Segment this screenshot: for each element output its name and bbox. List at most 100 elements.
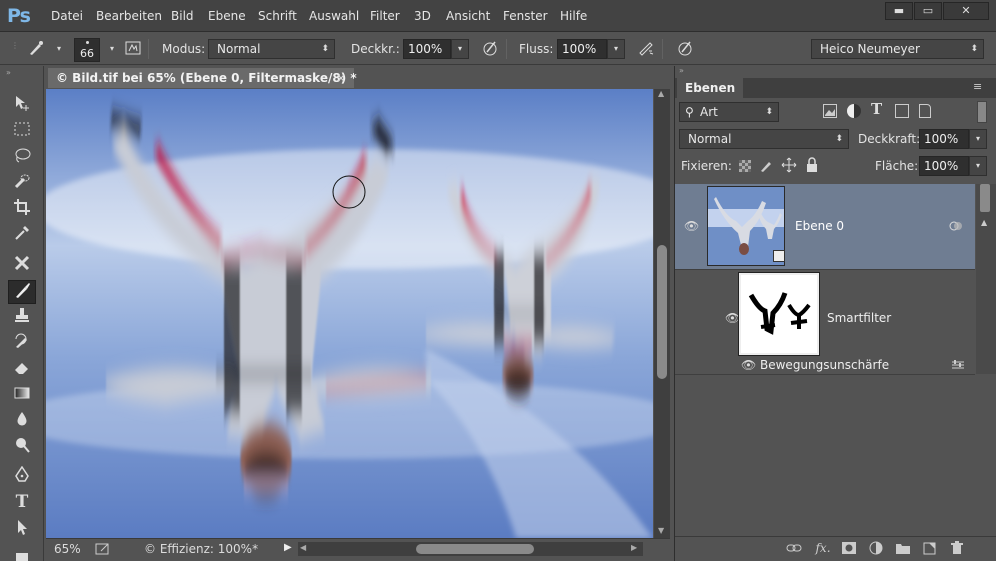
- blend-mode-select[interactable]: Normal ⬍: [679, 129, 849, 149]
- menu-auswahl[interactable]: Auswahl: [309, 9, 359, 23]
- filter-blending-options-icon[interactable]: [951, 359, 965, 371]
- export-icon[interactable]: [95, 542, 111, 556]
- crop-tool-icon[interactable]: [8, 198, 36, 222]
- maximize-button[interactable]: ▭: [914, 2, 942, 20]
- add-mask-icon[interactable]: [840, 541, 858, 557]
- filter-toggle[interactable]: [977, 101, 987, 123]
- menu-bearbeiten[interactable]: Bearbeiten: [96, 9, 162, 23]
- document-tab[interactable]: © Bild.tif bei 65% (Ebene 0, Filtermaske…: [48, 68, 357, 88]
- lock-position-icon[interactable]: [781, 157, 797, 173]
- history-brush-tool-icon[interactable]: [8, 332, 36, 356]
- lock-all-icon[interactable]: [805, 157, 819, 173]
- panel-menu-icon[interactable]: ≡: [973, 80, 982, 93]
- filter-adjustment-icon[interactable]: [847, 104, 861, 118]
- quick-selection-tool-icon[interactable]: [8, 172, 36, 196]
- opacity-dropdown-icon[interactable]: ▾: [451, 39, 469, 59]
- collapse-toolbox-icon[interactable]: »: [6, 68, 11, 77]
- scroll-up-icon[interactable]: ▲: [981, 218, 987, 227]
- menu-schrift[interactable]: Schrift: [258, 9, 297, 23]
- filter-type-icon[interactable]: T: [871, 100, 882, 118]
- new-layer-icon[interactable]: [921, 541, 939, 557]
- link-layers-icon[interactable]: [785, 541, 803, 557]
- menu-bild[interactable]: Bild: [171, 9, 194, 23]
- shape-tool-icon[interactable]: [8, 544, 36, 561]
- menu-3d[interactable]: 3D: [414, 9, 431, 23]
- scroll-down-icon[interactable]: ▼: [658, 526, 664, 535]
- layer-opacity-dropdown-icon[interactable]: ▾: [969, 129, 987, 149]
- move-tool-icon[interactable]: [8, 94, 36, 118]
- visibility-eye-icon[interactable]: 👁: [684, 219, 699, 233]
- scroll-right-icon[interactable]: ▶: [631, 543, 637, 552]
- opacity-field[interactable]: 100%: [403, 39, 451, 59]
- fill-field[interactable]: 100%: [919, 156, 969, 176]
- scroll-left-icon[interactable]: ◀: [300, 543, 306, 552]
- layer-name[interactable]: Ebene 0: [795, 219, 844, 233]
- menu-datei[interactable]: Datei: [51, 9, 83, 23]
- type-tool-icon[interactable]: T: [8, 492, 36, 516]
- menu-fenster[interactable]: Fenster: [503, 9, 548, 23]
- tab-layers[interactable]: Ebenen: [677, 78, 744, 98]
- eyedropper-tool-icon[interactable]: [8, 224, 36, 248]
- menu-filter[interactable]: Filter: [370, 9, 400, 23]
- brush-preset-dropdown-icon[interactable]: ▾: [49, 39, 69, 59]
- status-menu-icon[interactable]: ▶: [284, 542, 292, 553]
- marquee-tool-icon[interactable]: [8, 120, 36, 144]
- blur-tool-icon[interactable]: [8, 410, 36, 434]
- layers-scrollbar[interactable]: ▲: [976, 184, 996, 374]
- close-tab-icon[interactable]: ×: [336, 68, 346, 88]
- stamp-tool-icon[interactable]: [8, 306, 36, 330]
- brush-panel-icon[interactable]: [123, 39, 143, 59]
- brush-size-picker[interactable]: 66: [74, 38, 100, 62]
- fx-icon[interactable]: fx.: [814, 541, 832, 557]
- adjustment-layer-icon[interactable]: [868, 541, 886, 557]
- horizontal-scroll-thumb[interactable]: [416, 544, 534, 554]
- healing-brush-tool-icon[interactable]: [8, 254, 36, 278]
- filter-pixel-icon[interactable]: [823, 104, 837, 118]
- lasso-tool-icon[interactable]: [8, 146, 36, 170]
- layer-opacity-field[interactable]: 100%: [919, 129, 969, 149]
- dodge-tool-icon[interactable]: [8, 436, 36, 460]
- pen-tool-icon[interactable]: [8, 465, 36, 490]
- lock-pixels-icon[interactable]: [759, 157, 775, 173]
- pressure-opacity-icon[interactable]: [480, 39, 500, 59]
- vertical-scroll-thumb[interactable]: [657, 245, 667, 379]
- vertical-scrollbar[interactable]: ▲ ▼: [654, 89, 670, 538]
- lock-transparency-icon[interactable]: [739, 160, 751, 172]
- airbrush-icon[interactable]: [636, 39, 656, 59]
- fill-dropdown-icon[interactable]: ▾: [969, 156, 987, 176]
- collapse-panel-icon[interactable]: »: [679, 66, 684, 75]
- mode-select[interactable]: Normal ⬍: [208, 39, 335, 59]
- smartfilter-name[interactable]: Smartfilter: [827, 311, 891, 325]
- visibility-eye-icon[interactable]: 👁: [725, 311, 740, 325]
- menu-ansicht[interactable]: Ansicht: [446, 9, 490, 23]
- filter-shape-icon[interactable]: [895, 104, 909, 118]
- scroll-up-icon[interactable]: ▲: [658, 89, 664, 98]
- brush-tool-icon[interactable]: [8, 280, 36, 304]
- menu-ebene[interactable]: Ebene: [208, 9, 246, 23]
- new-group-icon[interactable]: [894, 541, 912, 557]
- flow-field[interactable]: 100%: [557, 39, 607, 59]
- layer-row-ebene-0[interactable]: 👁 Ebene 0: [675, 184, 975, 270]
- filter-mask-thumbnail[interactable]: [738, 272, 820, 356]
- pressure-size-icon[interactable]: [675, 39, 695, 59]
- filter-smart-object-icon[interactable]: [919, 104, 931, 118]
- flow-dropdown-icon[interactable]: ▾: [607, 39, 625, 59]
- menu-hilfe[interactable]: Hilfe: [560, 9, 587, 23]
- brush-preset-icon[interactable]: [26, 39, 46, 59]
- path-selection-tool-icon[interactable]: [8, 518, 36, 542]
- delete-layer-icon[interactable]: [948, 541, 966, 557]
- layers-scroll-thumb[interactable]: [980, 184, 990, 212]
- gradient-tool-icon[interactable]: [8, 384, 36, 408]
- close-button[interactable]: ✕: [943, 2, 989, 20]
- zoom-value[interactable]: 65%: [54, 542, 81, 556]
- eraser-tool-icon[interactable]: [8, 358, 36, 382]
- layer-row-smartfilter[interactable]: 👁 Smartfilter 👁 Bewegungsunschärfe: [675, 271, 975, 375]
- filter-name[interactable]: Bewegungsunschärfe: [760, 358, 889, 372]
- visibility-eye-icon[interactable]: 👁: [741, 358, 756, 372]
- filter-kind-select[interactable]: ⚲ Art ⬍: [679, 102, 779, 122]
- document-canvas[interactable]: [46, 89, 653, 538]
- smart-filter-indicator-icon[interactable]: [949, 220, 963, 232]
- brush-size-dropdown-icon[interactable]: ▾: [102, 39, 122, 59]
- workspace-select[interactable]: Heico Neumeyer ⬍: [811, 39, 984, 59]
- minimize-button[interactable]: ▬: [885, 2, 913, 20]
